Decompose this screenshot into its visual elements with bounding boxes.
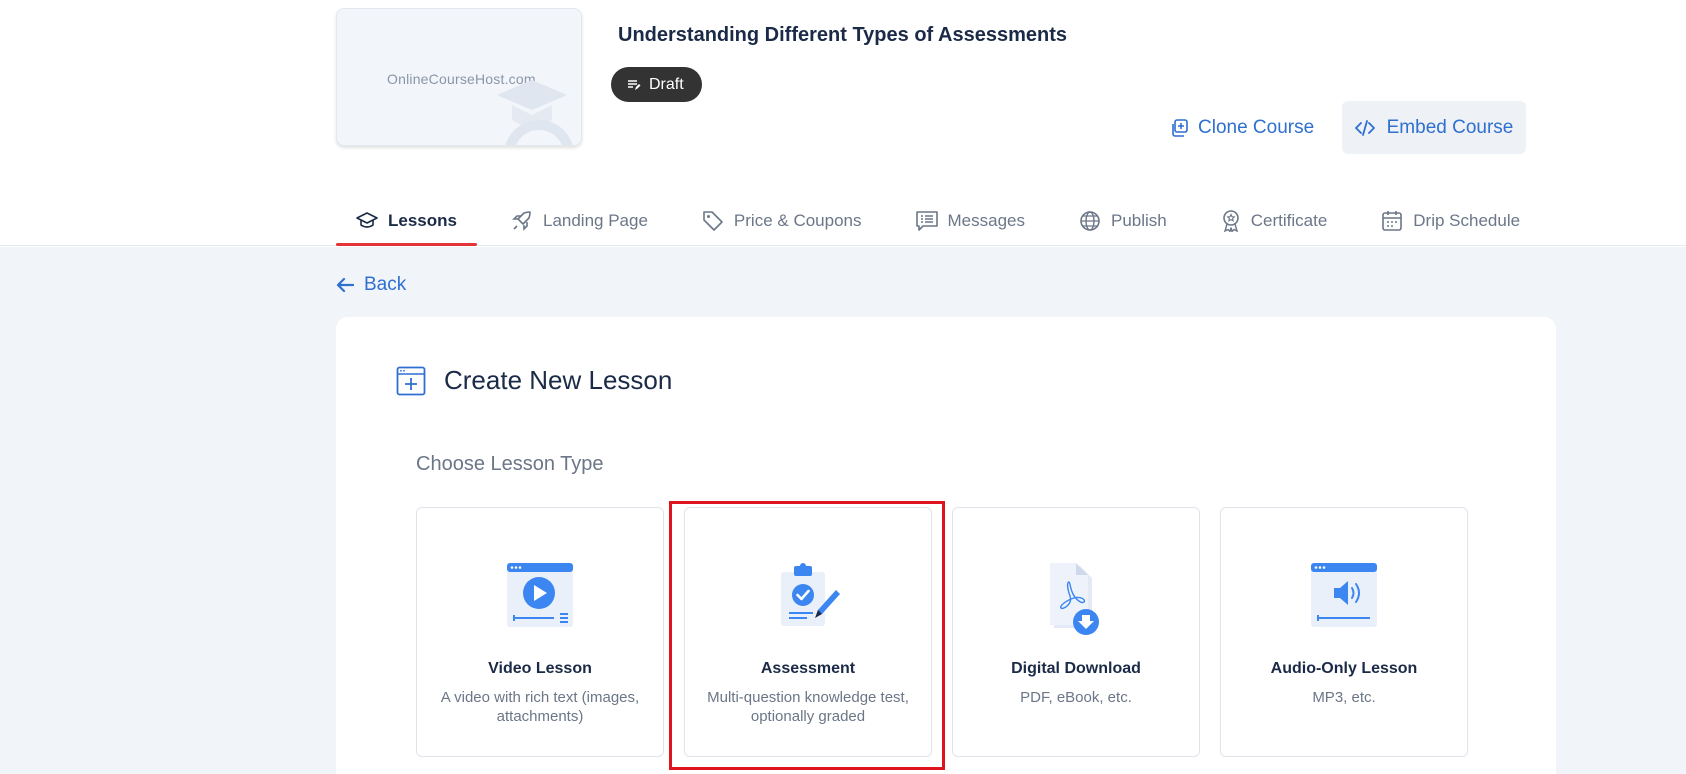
tab-landing-page[interactable]: Landing Page — [491, 196, 668, 246]
tab-certificate[interactable]: Certificate — [1201, 196, 1348, 246]
tab-label: Publish — [1110, 211, 1167, 230]
graduation-cap-watermark-icon — [497, 80, 573, 145]
lesson-type-name: Audio-Only Lesson — [1270, 660, 1418, 677]
clone-icon — [1172, 119, 1188, 137]
tab-label: Messages — [947, 211, 1025, 230]
tab-drip-schedule[interactable]: Drip Schedule — [1361, 196, 1540, 246]
embed-course-label: Embed Course — [1386, 116, 1514, 138]
embed-course-button[interactable]: Embed Course — [1342, 101, 1526, 154]
lesson-type-name: Video Lesson — [488, 660, 592, 677]
tab-publish[interactable]: Publish — [1059, 196, 1187, 246]
message-list-icon — [915, 211, 938, 231]
tab-label: Drip Schedule — [1413, 211, 1521, 230]
tab-label: Certificate — [1250, 211, 1328, 230]
pdf-download-icon — [1050, 563, 1099, 635]
video-player-icon — [507, 563, 573, 627]
lesson-type-digital-download[interactable]: Digital Download PDF, eBook, etc. — [952, 507, 1200, 757]
lesson-type-desc: PDF, eBook, etc. — [1020, 689, 1132, 706]
clone-course-label: Clone Course — [1198, 117, 1315, 138]
choose-lesson-type-label: Choose Lesson Type — [416, 453, 604, 475]
draft-edit-icon — [628, 79, 641, 90]
course-thumbnail[interactable]: OnlineCourseHost.com — [336, 8, 582, 146]
lesson-type-desc: Multi-question knowledge test, optionall… — [707, 689, 909, 725]
globe-icon — [1080, 211, 1100, 231]
lesson-type-name: Assessment — [760, 660, 856, 677]
new-window-plus-icon — [396, 366, 426, 395]
tab-price-coupons[interactable]: Price & Coupons — [682, 196, 882, 246]
panel-title: Create New Lesson — [396, 365, 672, 396]
lesson-type-assessment[interactable]: Assessment Multi-question knowledge test… — [684, 507, 932, 757]
lesson-type-audio[interactable]: Audio-Only Lesson MP3, etc. — [1220, 507, 1468, 757]
calendar-icon — [1382, 211, 1403, 231]
back-label: Back — [364, 274, 407, 295]
award-icon — [1222, 210, 1239, 232]
tab-label: Price & Coupons — [733, 211, 862, 230]
lesson-type-name: Digital Download — [1011, 660, 1141, 677]
arrow-left-icon — [336, 277, 354, 293]
back-link[interactable]: Back — [336, 274, 406, 296]
rocket-icon — [512, 211, 531, 231]
course-title: Understanding Different Types of Assessm… — [618, 24, 1067, 46]
audio-player-icon — [1311, 563, 1377, 627]
graduation-cap-icon — [356, 212, 378, 228]
course-tabs: Lessons Landing Page Price & Coupons Mes… — [336, 196, 1554, 246]
lesson-type-desc: A video with rich text (images, attachme… — [440, 689, 640, 725]
tab-lessons[interactable]: Lessons — [336, 196, 477, 246]
status-badge[interactable]: Draft — [611, 67, 702, 102]
tab-messages[interactable]: Messages — [896, 196, 1045, 246]
tab-label: Landing Page — [542, 211, 648, 230]
lesson-type-video[interactable]: Video Lesson A video with rich text (ima… — [416, 507, 664, 757]
main-content: Back Create New Lesson Choose Lesson Typ… — [0, 247, 1686, 774]
code-icon — [1354, 119, 1375, 136]
tag-icon — [703, 211, 723, 231]
panel-title-text: Create New Lesson — [444, 365, 673, 395]
create-lesson-panel: Create New Lesson Choose Lesson Type Vid… — [336, 317, 1556, 774]
status-badge-label: Draft — [649, 75, 684, 93]
tab-label: Lessons — [388, 211, 457, 230]
course-header: OnlineCourseHost.com Understanding Diffe… — [0, 0, 1686, 246]
clipboard-check-icon — [781, 563, 840, 626]
clone-course-button[interactable]: Clone Course — [1160, 102, 1324, 154]
lesson-type-desc: MP3, etc. — [1312, 689, 1376, 706]
